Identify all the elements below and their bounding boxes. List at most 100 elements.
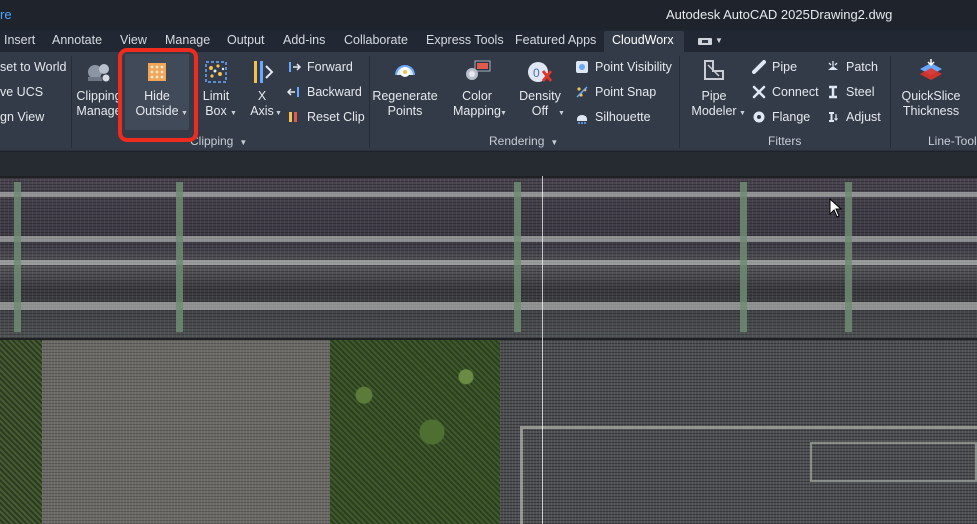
density-icon: 0	[525, 57, 555, 87]
deck-band	[0, 236, 977, 242]
drawing-viewport[interactable]	[0, 152, 977, 524]
chevron-down-icon: ▼	[500, 110, 507, 117]
adjust-button[interactable]: Adjust	[826, 107, 881, 127]
backward-button[interactable]: Backward	[286, 82, 362, 102]
set-to-world-button[interactable]: set to World	[0, 57, 66, 77]
clipping-panel-label[interactable]: Clipping ▼	[190, 134, 247, 148]
flange-label: Flange	[772, 110, 811, 124]
quickslice-label-1: QuickSlice	[901, 89, 961, 103]
steel-icon	[826, 85, 840, 99]
backward-icon	[286, 85, 301, 99]
svg-text:0: 0	[533, 66, 540, 80]
regenerate-icon	[390, 57, 420, 87]
patch-button[interactable]: Patch	[826, 57, 878, 77]
fitters-panel-label: Fitters	[768, 134, 801, 148]
clipping-manager-icon	[84, 57, 114, 87]
density-off-button[interactable]: 0 Density Off ▼	[514, 54, 566, 130]
backward-label: Backward	[307, 85, 362, 99]
color-mapping-button[interactable]: Color Mapping ▼	[446, 54, 508, 130]
hide-outside-button[interactable]: Hide Outside ▼	[125, 54, 189, 130]
regenerate-points-label-2: Points	[387, 104, 423, 118]
reset-clip-label: Reset Clip	[307, 110, 365, 124]
adjust-label: Adjust	[846, 110, 881, 124]
railing-post	[14, 182, 21, 332]
regenerate-points-label-1: Regenerate	[372, 89, 438, 103]
chevron-down-icon: ▼	[181, 110, 188, 117]
hide-outside-label-2: Outside	[135, 104, 179, 118]
x-axis-icon	[247, 57, 277, 87]
pipe-modeler-icon	[699, 57, 729, 87]
tab-add-ins[interactable]: Add-ins	[283, 33, 325, 47]
limit-box-label-2: Box	[205, 104, 227, 118]
silhouette-icon	[575, 110, 589, 124]
chevron-down-icon: ▼	[739, 110, 746, 117]
tab-cloudworx[interactable]: CloudWorx	[604, 31, 684, 52]
document-title: Drawing2.dwg	[810, 7, 893, 22]
line-tools-panel-label: Line-Tool	[928, 134, 977, 148]
forward-button[interactable]: Forward	[287, 57, 353, 77]
point-visibility-button[interactable]: Point Visibility	[575, 57, 672, 77]
chevron-down-icon: ▼	[230, 110, 237, 117]
steel-label: Steel	[846, 85, 875, 99]
tab-collaborate[interactable]: Collaborate	[344, 33, 408, 47]
panel-divider	[679, 56, 680, 148]
save-ucs-button[interactable]: ve UCS	[0, 82, 43, 102]
reset-clip-button[interactable]: Reset Clip	[287, 107, 365, 127]
x-axis-button[interactable]: X Axis ▼	[244, 54, 282, 130]
deck-band	[0, 260, 977, 265]
tab-express-tools[interactable]: Express Tools	[426, 33, 504, 47]
viewport-header-strip	[0, 152, 977, 176]
railing-post	[845, 182, 852, 332]
hide-outside-icon	[142, 57, 172, 87]
color-mapping-label-2: Mapping	[453, 104, 501, 118]
limit-box-button[interactable]: Limit Box ▼	[196, 54, 237, 130]
tab-view[interactable]: View	[120, 33, 147, 47]
silhouette-button[interactable]: Silhouette	[575, 107, 651, 127]
regenerate-points-button[interactable]: Regenerate Points	[372, 54, 438, 130]
point-snap-button[interactable]: Point Snap	[575, 82, 656, 102]
rendering-panel-title: Rendering	[489, 134, 545, 148]
set-to-world-label: set to World	[0, 60, 67, 74]
point-cloud-ground	[42, 340, 330, 524]
connect-button[interactable]: Connect	[752, 82, 819, 102]
line-tools-panel-title: Line-Tool	[928, 134, 977, 148]
tab-insert[interactable]: Insert	[4, 33, 35, 47]
align-view-button[interactable]: gn View	[0, 107, 44, 127]
point-visibility-label: Point Visibility	[595, 60, 672, 74]
tab-featured-apps[interactable]: Featured Apps	[515, 33, 596, 47]
clipping-manager-button[interactable]: Clipping Manage	[73, 54, 125, 130]
flange-button[interactable]: Flange	[752, 107, 810, 127]
chevron-down-icon: ▼	[715, 36, 723, 45]
clipping-manager-label-1: Clipping	[76, 89, 122, 103]
app-title: Autodesk AutoCAD 2025	[666, 7, 810, 22]
railing-post	[514, 182, 521, 332]
steel-button[interactable]: Steel	[826, 82, 875, 102]
ribbon-display-dropdown[interactable]: ▼	[698, 36, 724, 48]
rendering-panel-label[interactable]: Rendering ▼	[489, 134, 558, 148]
density-off-label-1: Density	[519, 89, 561, 103]
tab-manage[interactable]: Manage	[165, 33, 210, 47]
crosshair-line	[542, 176, 543, 524]
chevron-down-icon: ▼	[239, 138, 248, 147]
quickslice-label-2: Thickness	[902, 104, 960, 118]
fitters-panel-title: Fitters	[768, 134, 802, 148]
pipe-modeler-button[interactable]: Pipe Modeler ▼	[688, 54, 746, 130]
connect-icon	[752, 85, 766, 99]
pipe-modeler-label-2: Modeler	[691, 104, 737, 118]
pipe-button[interactable]: Pipe	[752, 57, 797, 77]
chevron-down-icon: ▼	[275, 110, 282, 117]
quickslice-thickness-button[interactable]: QuickSlice Thickness	[898, 54, 964, 130]
tab-annotate[interactable]: Annotate	[52, 33, 102, 47]
panel-divider	[890, 56, 891, 148]
quickslice-icon	[916, 57, 946, 87]
forward-label: Forward	[307, 60, 353, 74]
clipping-panel-title: Clipping	[190, 134, 234, 148]
pipe-modeler-label-1: Pipe	[701, 89, 727, 103]
ribbon: set to World ve UCS gn View Clipping Man…	[0, 52, 977, 151]
patch-label: Patch	[846, 60, 878, 74]
clipping-manager-label-2: Manage	[76, 104, 122, 118]
point-cloud-building	[810, 442, 977, 482]
limit-box-icon	[201, 57, 231, 87]
panel-divider	[71, 56, 72, 148]
tab-output[interactable]: Output	[227, 33, 265, 47]
